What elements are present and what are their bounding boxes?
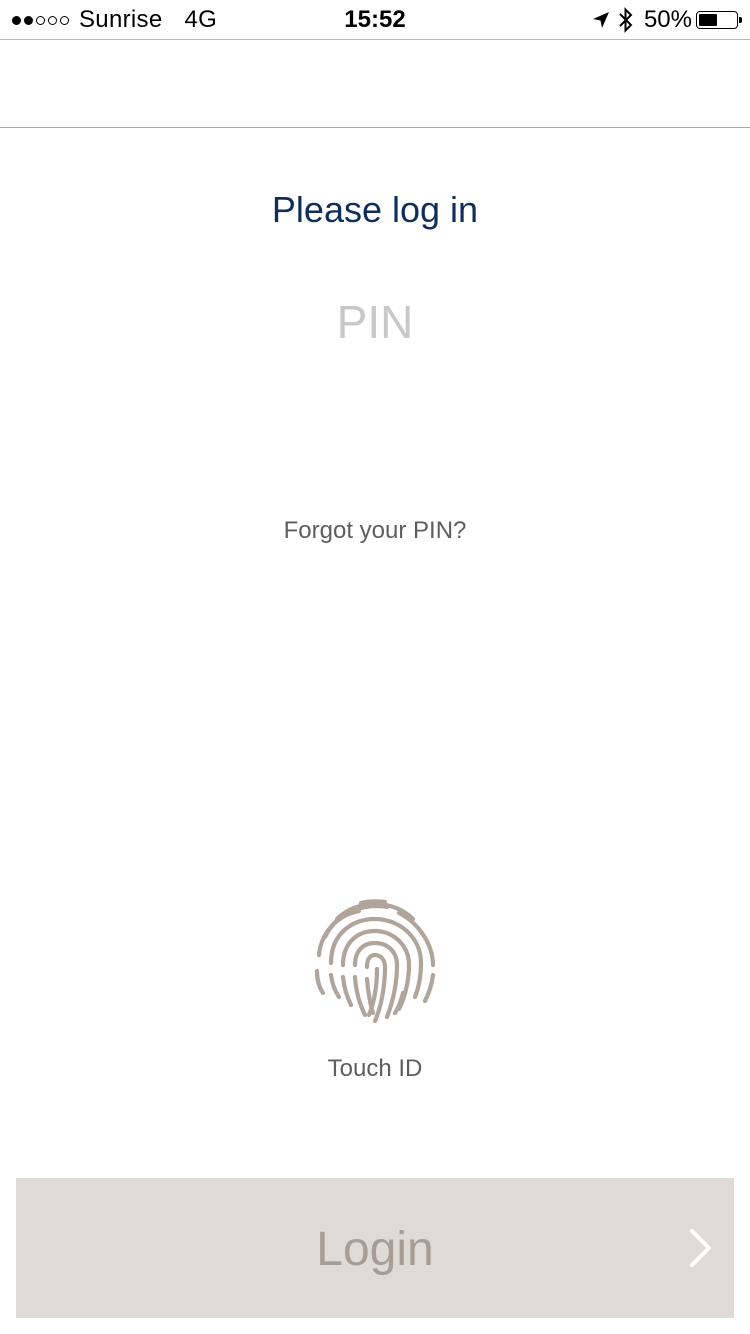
forgot-pin-link[interactable]: Forgot your PIN? bbox=[0, 515, 750, 547]
pin-input[interactable] bbox=[175, 290, 575, 354]
fingerprint-icon bbox=[314, 899, 436, 1024]
battery-level-fill bbox=[699, 14, 717, 26]
navigation-bar bbox=[0, 40, 750, 128]
login-label: Login bbox=[316, 1223, 434, 1276]
battery-cap bbox=[739, 17, 742, 23]
bluetooth-icon bbox=[619, 7, 633, 33]
battery-percentage: 50% bbox=[643, 6, 692, 33]
login-button[interactable]: Login bbox=[16, 1178, 734, 1318]
page-title: Please log in bbox=[271, 189, 479, 230]
status-bar: Sunrise 4G 15:52 50% bbox=[0, 0, 750, 40]
chevron-right-icon bbox=[690, 1229, 711, 1267]
battery-icon bbox=[696, 11, 742, 29]
touch-id-button[interactable]: Touch ID bbox=[295, 885, 455, 1095]
location-arrow-icon bbox=[592, 12, 609, 28]
status-bar-right: 50% bbox=[592, 6, 742, 34]
touch-id-label: Touch ID bbox=[327, 1055, 423, 1082]
